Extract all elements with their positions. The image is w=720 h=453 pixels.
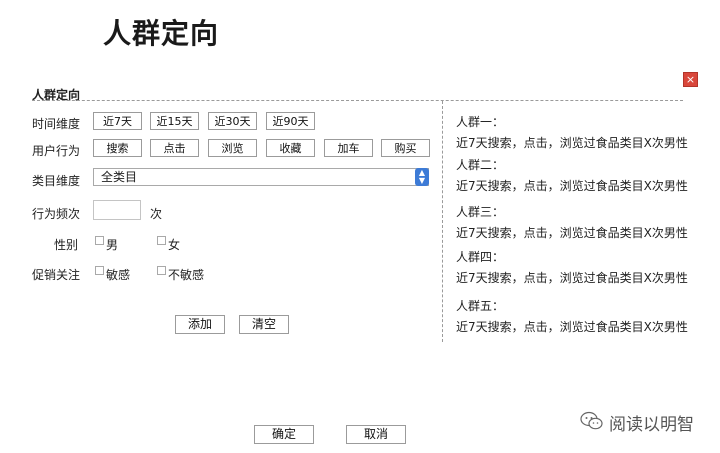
group-description: 近7天搜索，点击，浏览过食品类目X次男性 xyxy=(456,271,688,285)
cancel-button[interactable]: 取消 xyxy=(346,425,406,444)
promo-sensitive-label: 敏感 xyxy=(106,268,131,282)
gender-female-label: 女 xyxy=(168,238,181,252)
category-select[interactable]: 全类目 ▲ ▼ xyxy=(93,168,429,186)
wechat-icon xyxy=(580,411,603,430)
group-description: 近7天搜索，点击，浏览过食品类目X次男性 xyxy=(456,136,688,150)
time-dimension-label: 时间维度 xyxy=(32,117,81,131)
category-dimension-label: 类目维度 xyxy=(32,174,81,188)
user-behavior-label: 用户行为 xyxy=(32,144,81,158)
behavior-option-search[interactable]: 搜索 xyxy=(93,139,142,157)
group-description: 近7天搜索，点击，浏览过食品类目X次男性 xyxy=(456,226,688,240)
gender-male-checkbox[interactable] xyxy=(95,236,104,245)
gender-male-label: 男 xyxy=(106,238,119,252)
group-description: 近7天搜索，点击，浏览过食品类目X次男性 xyxy=(456,320,688,334)
frequency-unit: 次 xyxy=(150,207,163,221)
frequency-input[interactable] xyxy=(93,200,141,220)
time-option-30d[interactable]: 近30天 xyxy=(208,112,257,130)
promo-insensitive-checkbox[interactable] xyxy=(157,266,166,275)
time-option-15d[interactable]: 近15天 xyxy=(150,112,199,130)
promo-sensitive-checkbox[interactable] xyxy=(95,266,104,275)
group-title: 人群四： xyxy=(456,250,505,264)
behavior-option-favorite[interactable]: 收藏 xyxy=(266,139,315,157)
behavior-option-purchase[interactable]: 购买 xyxy=(381,139,430,157)
behavior-option-browse[interactable]: 浏览 xyxy=(208,139,257,157)
add-button[interactable]: 添加 xyxy=(175,315,225,334)
close-icon: × xyxy=(685,73,696,86)
group-title: 人群一： xyxy=(456,115,505,129)
behavior-option-click[interactable]: 点击 xyxy=(150,139,199,157)
time-option-7d[interactable]: 近7天 xyxy=(93,112,142,130)
group-title: 人群二： xyxy=(456,158,505,172)
watermark-text: 阅读以明智 xyxy=(609,415,694,435)
panel-divider xyxy=(442,101,443,342)
promotion-label: 促销关注 xyxy=(32,268,81,282)
confirm-button[interactable]: 确定 xyxy=(254,425,314,444)
promo-insensitive-label: 不敏感 xyxy=(168,268,205,282)
behavior-option-add-to-cart[interactable]: 加车 xyxy=(324,139,373,157)
gender-label: 性别 xyxy=(54,238,79,252)
page-title: 人群定向 xyxy=(103,17,220,50)
time-option-90d[interactable]: 近90天 xyxy=(266,112,315,130)
gender-female-checkbox[interactable] xyxy=(157,236,166,245)
title-divider xyxy=(32,100,683,101)
behavior-frequency-label: 行为频次 xyxy=(32,207,81,221)
group-title: 人群五： xyxy=(456,299,505,313)
close-button[interactable]: × xyxy=(683,72,698,87)
category-select-value: 全类目 xyxy=(101,170,138,184)
group-description: 近7天搜索，点击，浏览过食品类目X次男性 xyxy=(456,179,688,193)
select-arrows-icon: ▲ ▼ xyxy=(415,168,429,186)
clear-button[interactable]: 清空 xyxy=(239,315,289,334)
group-title: 人群三： xyxy=(456,205,505,219)
